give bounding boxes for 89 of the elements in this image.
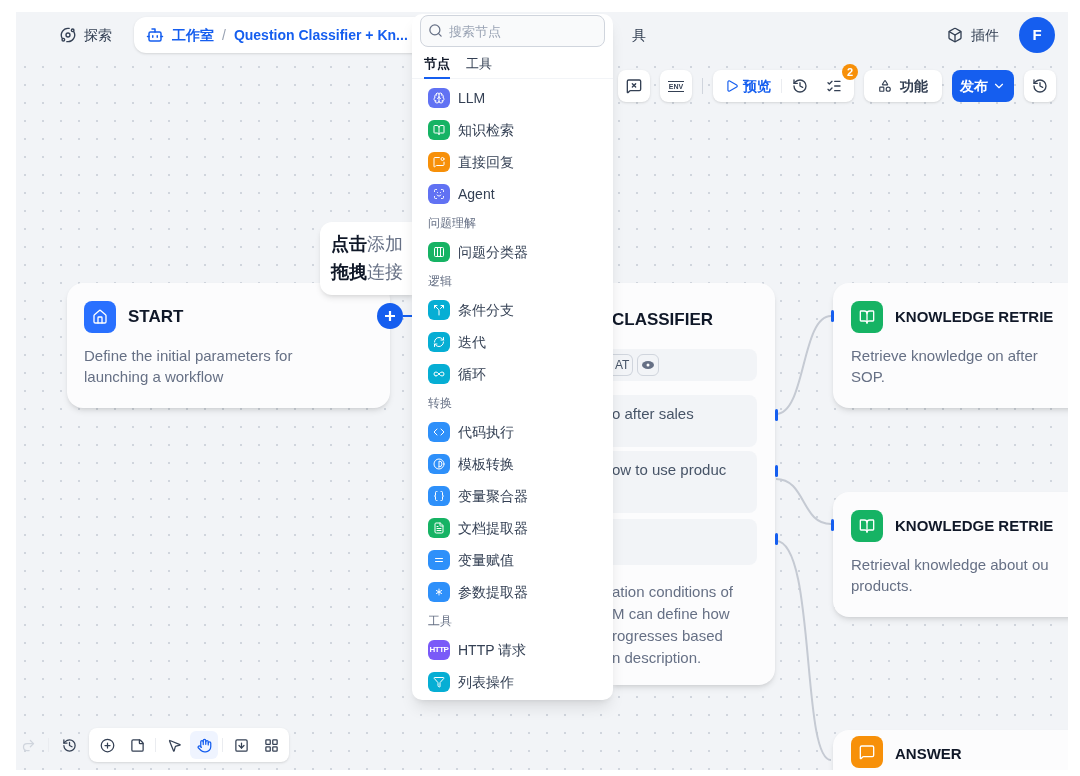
http-icon: HTTP bbox=[428, 640, 450, 660]
node-title: ANSWER bbox=[895, 744, 962, 764]
search-icon bbox=[428, 23, 443, 38]
node-option[interactable]: 迭代 bbox=[412, 326, 613, 358]
handle[interactable] bbox=[775, 533, 778, 545]
node-description: Retrieve knowledge on after SOP. bbox=[851, 346, 1039, 387]
cube-icon bbox=[947, 27, 963, 43]
publish-button[interactable]: 发布 bbox=[952, 70, 1014, 102]
run-history-button[interactable] bbox=[792, 78, 808, 94]
node-description: ation conditions of M can define how rogresses based n description. bbox=[612, 582, 733, 668]
section-heading: 转换 bbox=[427, 395, 453, 412]
count-badge: 2 bbox=[842, 64, 858, 80]
section-heading: 问题理解 bbox=[427, 215, 477, 232]
avatar[interactable]: F bbox=[1019, 17, 1055, 53]
breadcrumb-separator: / bbox=[222, 25, 226, 45]
robot-icon bbox=[146, 26, 164, 44]
section-heading: 工具 bbox=[427, 613, 453, 630]
history-icon bbox=[61, 737, 77, 753]
node-option[interactable]: LLM bbox=[412, 82, 613, 114]
node-option[interactable]: 直接回复 bbox=[412, 146, 613, 178]
connector bbox=[403, 315, 412, 317]
node-option[interactable]: 列表操作 bbox=[412, 666, 613, 698]
node-option[interactable]: 知识检索 bbox=[412, 114, 613, 146]
answer-node[interactable]: ANSWER bbox=[833, 730, 1068, 770]
pointer-icon bbox=[166, 737, 182, 753]
book-icon bbox=[851, 301, 883, 333]
message-icon bbox=[851, 736, 883, 768]
eye-icon bbox=[642, 361, 655, 369]
app-name-link[interactable]: Question Classifier + Kn... bbox=[233, 24, 408, 46]
node-option[interactable]: 代码执行 bbox=[412, 416, 613, 448]
add-node-button[interactable] bbox=[377, 303, 403, 329]
add-node-icon bbox=[99, 737, 115, 753]
clock-icon bbox=[792, 78, 808, 94]
node-option[interactable]: 变量聚合器 bbox=[412, 480, 613, 512]
node-description: Define the initial parameters for launching a workflow bbox=[84, 346, 294, 387]
explore-tab[interactable]: 探索 bbox=[60, 24, 112, 46]
layout-icon bbox=[263, 737, 279, 753]
preview-button[interactable]: 预览 bbox=[725, 75, 771, 97]
knowledge-node[interactable]: KNOWLEDGE RETRIE Retrieve knowledge on after SOP. bbox=[833, 283, 1068, 408]
node-title: START bbox=[128, 306, 184, 329]
checklist-icon bbox=[826, 78, 842, 94]
node-option[interactable]: 文档提取器 bbox=[412, 512, 613, 544]
handle[interactable] bbox=[775, 465, 778, 477]
class-text: o after sales bbox=[612, 404, 694, 424]
search-field[interactable]: 搜索节点 bbox=[420, 15, 605, 47]
section-heading: 逻辑 bbox=[427, 273, 453, 290]
home-icon bbox=[84, 301, 116, 333]
studio-link[interactable]: 工作室 bbox=[172, 24, 214, 46]
knowledge-node[interactable]: KNOWLEDGE RETRIE Retrieval knowledge about ou products. bbox=[833, 492, 1068, 617]
checklist-button[interactable] bbox=[826, 78, 842, 94]
class-text: ow to use produc bbox=[612, 460, 727, 480]
picker-tab[interactable]: 节点 bbox=[424, 51, 450, 79]
hand-icon bbox=[196, 737, 212, 753]
version-history-button[interactable] bbox=[1024, 70, 1056, 102]
connector bbox=[775, 478, 832, 525]
node-option[interactable]: 变量赋值 bbox=[412, 544, 613, 576]
start-node[interactable]: START Define the initial parameters for launching a workflow bbox=[67, 283, 390, 408]
node-option[interactable]: 循环 bbox=[412, 358, 613, 390]
plugins-tab[interactable]: 插件 bbox=[947, 24, 999, 46]
node-option[interactable]: 参数提取器 bbox=[412, 576, 613, 608]
play-icon bbox=[725, 79, 739, 93]
handle[interactable] bbox=[831, 310, 834, 322]
node-option[interactable]: Agent bbox=[412, 178, 613, 210]
tooltip-text: 点击添加 bbox=[331, 233, 404, 256]
canvas-tool[interactable] bbox=[190, 731, 218, 759]
node-option[interactable]: HTTP HTTP 请求 bbox=[412, 634, 613, 666]
node-title: CLASSIFIER bbox=[612, 309, 714, 331]
history-icon bbox=[1032, 78, 1048, 94]
redo-icon bbox=[20, 737, 36, 753]
node-description: Retrieval knowledge about ou products. bbox=[851, 555, 1050, 596]
plus-icon bbox=[384, 310, 396, 322]
node-title: KNOWLEDGE RETRIE bbox=[895, 515, 1054, 536]
nav-label[interactable]: 具 bbox=[632, 24, 646, 46]
chat-clear-icon bbox=[626, 78, 642, 94]
node-option[interactable]: 问题分类器 bbox=[412, 236, 613, 268]
handle[interactable] bbox=[775, 409, 778, 421]
note-icon bbox=[129, 737, 145, 753]
picker-tab[interactable]: 工具 bbox=[466, 51, 492, 79]
tooltip-text: 拖拽连接 bbox=[331, 261, 404, 284]
book-icon bbox=[851, 510, 883, 542]
node-title: KNOWLEDGE RETRIE bbox=[895, 306, 1054, 327]
node-option[interactable]: 模板转换 bbox=[412, 448, 613, 480]
shapes-icon bbox=[878, 79, 892, 93]
export-image-icon bbox=[233, 737, 249, 753]
node-option[interactable]: 条件分支 bbox=[412, 294, 613, 326]
planet-icon bbox=[60, 27, 76, 43]
features-button[interactable]: 功能 bbox=[864, 70, 942, 102]
classifier-node[interactable]: CLASSIFIER AT o after sales ow to use produc ation conditions of M can define how rogresses based n description. bbox=[612, 283, 775, 685]
handle[interactable] bbox=[831, 519, 834, 531]
